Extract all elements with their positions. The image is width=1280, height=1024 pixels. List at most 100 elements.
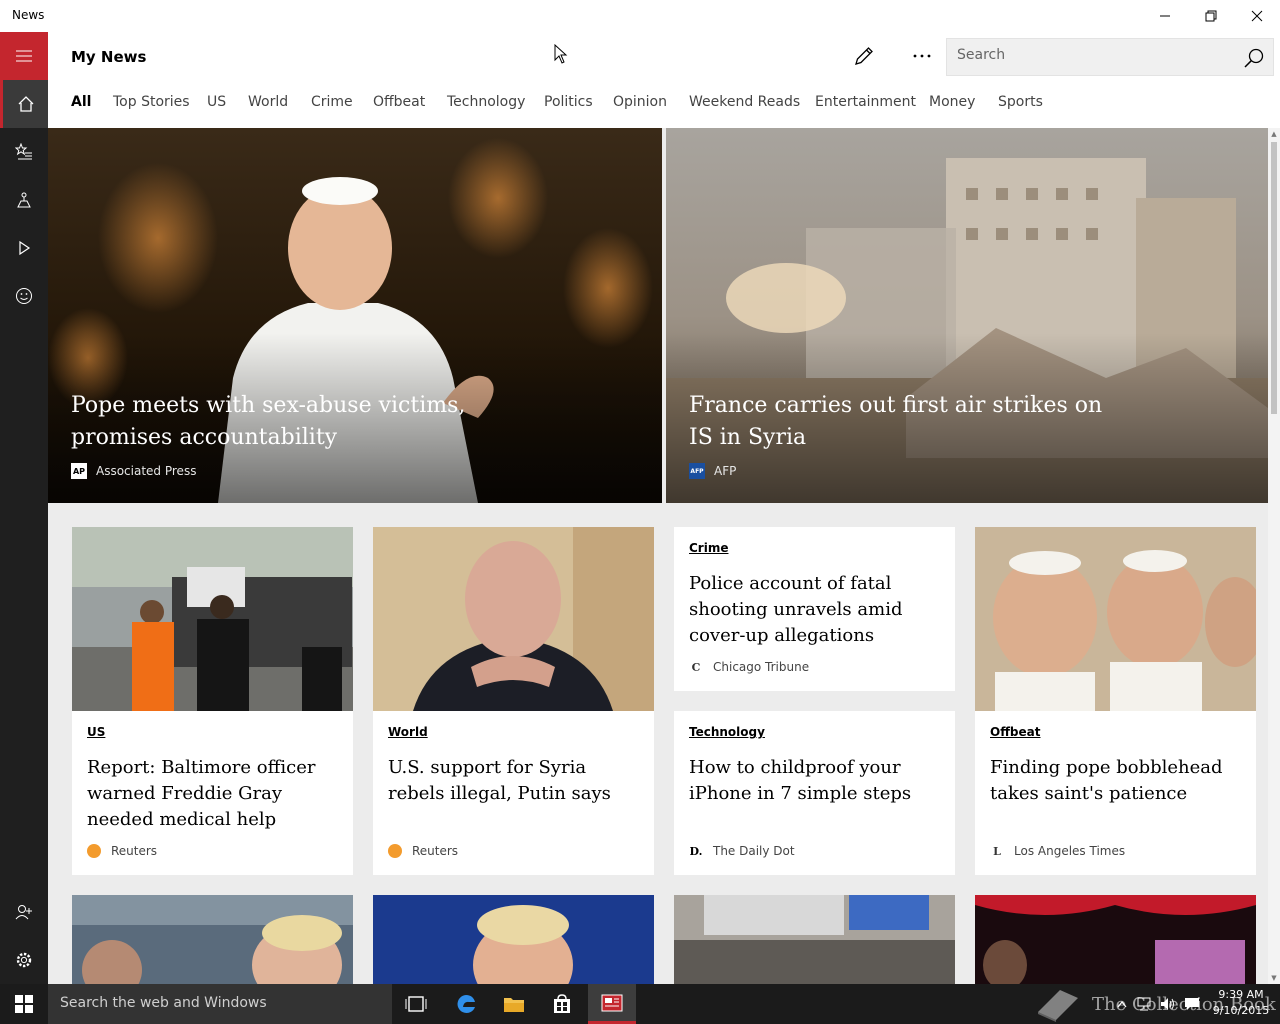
- card-putin[interactable]: World U.S. support for Syria rebels ille…: [373, 527, 654, 875]
- action-center-button[interactable]: [1182, 984, 1202, 1024]
- rail-settings-button[interactable]: [0, 936, 48, 984]
- news-app-icon: [601, 994, 623, 1011]
- rail-video-button[interactable]: [0, 224, 48, 272]
- edit-button[interactable]: [844, 42, 884, 70]
- card-category[interactable]: World: [388, 725, 428, 739]
- card-image-putin: [373, 527, 654, 711]
- store-button[interactable]: [538, 984, 586, 1024]
- card-police-account[interactable]: Crime Police account of fatal shooting u…: [674, 527, 955, 691]
- hero-source: AP Associated Press: [71, 463, 196, 479]
- card-title: How to childproof your iPhone in 7 simpl…: [689, 757, 912, 804]
- network-button[interactable]: [1134, 984, 1154, 1024]
- chicago-tribune-logo-icon: C: [691, 660, 701, 674]
- card-source-name: Reuters: [412, 844, 459, 858]
- tray-show-hidden-button[interactable]: [1112, 984, 1132, 1024]
- card-category[interactable]: Crime: [689, 541, 728, 555]
- hero-source-name: AFP: [714, 464, 737, 478]
- account-icon: [15, 905, 32, 920]
- smiley-icon: [16, 288, 32, 304]
- card-next-trump[interactable]: [72, 895, 353, 984]
- file-explorer-button[interactable]: [490, 984, 538, 1024]
- store-bag-icon: [554, 994, 570, 1013]
- card-childproof-iphone[interactable]: Technology How to childproof your iPhone…: [674, 711, 955, 875]
- card-title: Report: Baltimore officer warned Freddie…: [87, 757, 316, 830]
- tab-entertainment[interactable]: Entertainment: [815, 94, 916, 110]
- search-icon[interactable]: [1243, 47, 1265, 69]
- card-baltimore[interactable]: US Report: Baltimore officer warned Fred…: [72, 527, 353, 875]
- scrollbar-thumb[interactable]: [1271, 142, 1277, 414]
- tab-weekend-reads[interactable]: Weekend Reads: [689, 94, 800, 110]
- hero-story-pope[interactable]: Pope meets with sex-abuse victims, promi…: [48, 128, 662, 503]
- tab-technology[interactable]: Technology: [447, 94, 525, 110]
- speaker-icon: [1161, 998, 1174, 1010]
- tab-crime[interactable]: Crime: [311, 94, 353, 110]
- tab-top-stories[interactable]: Top Stories: [113, 94, 190, 110]
- card-category[interactable]: US: [87, 725, 105, 739]
- card-title: Police account of fatal shooting unravel…: [689, 573, 903, 646]
- card-category[interactable]: Technology: [689, 725, 765, 739]
- ap-logo-icon: AP: [71, 463, 87, 479]
- card-next-debate[interactable]: [373, 895, 654, 984]
- edge-browser-button[interactable]: [442, 984, 490, 1024]
- taskbar-search[interactable]: Search the web and Windows: [48, 984, 392, 1024]
- rail-feedback-button[interactable]: [0, 272, 48, 320]
- news-app-taskbar-button[interactable]: [588, 984, 636, 1024]
- card-source-name: The Daily Dot: [713, 844, 795, 858]
- card-image-debate: [373, 895, 654, 984]
- feed-scrollbar[interactable]: ▲ ▼: [1268, 128, 1280, 984]
- card-source-name: Los Angeles Times: [1014, 844, 1126, 858]
- rail-account-button[interactable]: [0, 888, 48, 936]
- tab-all[interactable]: All: [71, 94, 91, 110]
- pencil-icon: [855, 47, 873, 65]
- rail-local-button[interactable]: [0, 176, 48, 224]
- ellipsis-icon: [913, 54, 931, 58]
- taskbar-search-text: Search the web and Windows: [60, 995, 267, 1011]
- tab-offbeat[interactable]: Offbeat: [373, 94, 425, 110]
- volume-button[interactable]: [1158, 984, 1178, 1024]
- search-input[interactable]: [957, 47, 1227, 63]
- tab-politics[interactable]: Politics: [544, 94, 593, 110]
- afp-logo-icon: AFP: [689, 463, 705, 479]
- restore-button[interactable]: [1188, 0, 1234, 32]
- daily-dot-logo-icon: D.: [689, 844, 703, 858]
- close-button[interactable]: [1234, 0, 1280, 32]
- app-header: My News All Top Stories US World Crime O…: [48, 32, 1280, 128]
- clock-time: 9:39 AM: [1218, 988, 1264, 1001]
- task-view-button[interactable]: [392, 984, 440, 1024]
- la-times-logo-icon: L: [993, 844, 1001, 858]
- network-icon: [1137, 997, 1151, 1011]
- system-clock[interactable]: 9:39 AM 9/10/2015: [1206, 987, 1276, 1019]
- clock-date: 9/10/2015: [1212, 1004, 1270, 1017]
- tab-sports[interactable]: Sports: [998, 94, 1043, 110]
- minimize-button[interactable]: [1142, 0, 1188, 32]
- card-image-trump: [72, 895, 353, 984]
- news-feed: Pope meets with sex-abuse victims, promi…: [48, 128, 1268, 984]
- tab-money[interactable]: Money: [929, 94, 975, 110]
- chevron-up-icon: [1117, 1000, 1127, 1008]
- hamburger-menu-button[interactable]: [0, 32, 48, 80]
- more-options-button[interactable]: [902, 42, 942, 70]
- folder-icon: [504, 998, 524, 1012]
- restore-icon: [1205, 10, 1217, 22]
- tab-opinion[interactable]: Opinion: [613, 94, 667, 110]
- card-next-migrants[interactable]: [674, 895, 955, 984]
- mouse-cursor-icon: [554, 44, 568, 64]
- start-button[interactable]: [0, 984, 48, 1024]
- notification-icon: [1185, 998, 1199, 1010]
- tab-us[interactable]: US: [207, 94, 226, 110]
- rail-interests-button[interactable]: [0, 128, 48, 176]
- card-next-stage[interactable]: [975, 895, 1256, 984]
- scroll-down-arrow-icon[interactable]: ▼: [1270, 974, 1278, 982]
- card-source: D. The Daily Dot: [689, 844, 795, 858]
- card-source: L Los Angeles Times: [990, 844, 1125, 858]
- card-category[interactable]: Offbeat: [990, 725, 1040, 739]
- rail-home-button[interactable]: [0, 80, 48, 128]
- page-title: My News: [71, 48, 147, 66]
- card-pope-bobblehead[interactable]: Offbeat Finding pope bobblehead takes sa…: [975, 527, 1256, 875]
- scroll-up-arrow-icon[interactable]: ▲: [1270, 130, 1278, 138]
- hero-story-france[interactable]: France carries out first air strikes on …: [666, 128, 1268, 503]
- card-image-bobbleheads: [975, 527, 1256, 711]
- menu-icon: [16, 50, 32, 62]
- tab-world[interactable]: World: [248, 94, 288, 110]
- card-source: Reuters: [388, 844, 458, 858]
